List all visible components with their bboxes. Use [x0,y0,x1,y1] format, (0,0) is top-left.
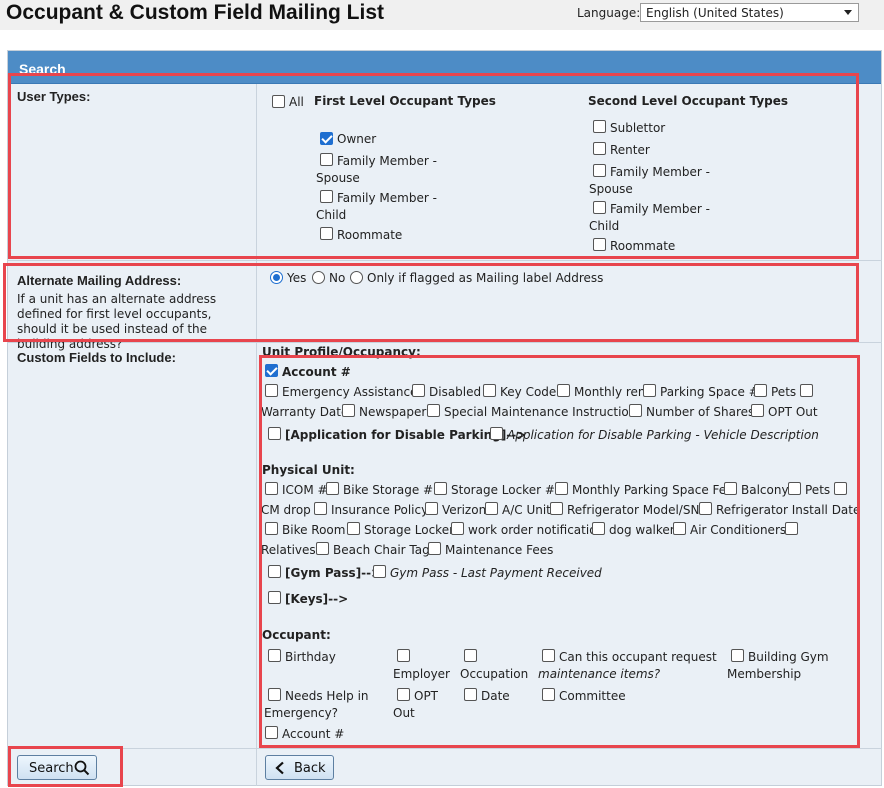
highlight-custom-fields [259,355,860,748]
highlight-alternate-mailing [3,263,859,342]
chevron-left-icon [275,761,284,775]
language-value: English (United States) [646,6,784,20]
back-button[interactable]: Back [265,755,334,780]
row-divider [7,260,882,261]
language-select[interactable]: English (United States) [640,3,859,22]
page-title: Occupant & Custom Field Mailing List [6,1,385,24]
top-bar: Occupant & Custom Field Mailing List Lan… [0,0,884,30]
custom-fields-label: Custom Fields to Include: [17,350,176,365]
back-button-label: Back [294,761,326,776]
language-label: Language: [577,6,641,20]
highlight-search-button [8,746,123,787]
highlight-user-types [8,73,859,259]
row-divider [7,748,882,749]
chevron-down-icon [844,10,852,15]
